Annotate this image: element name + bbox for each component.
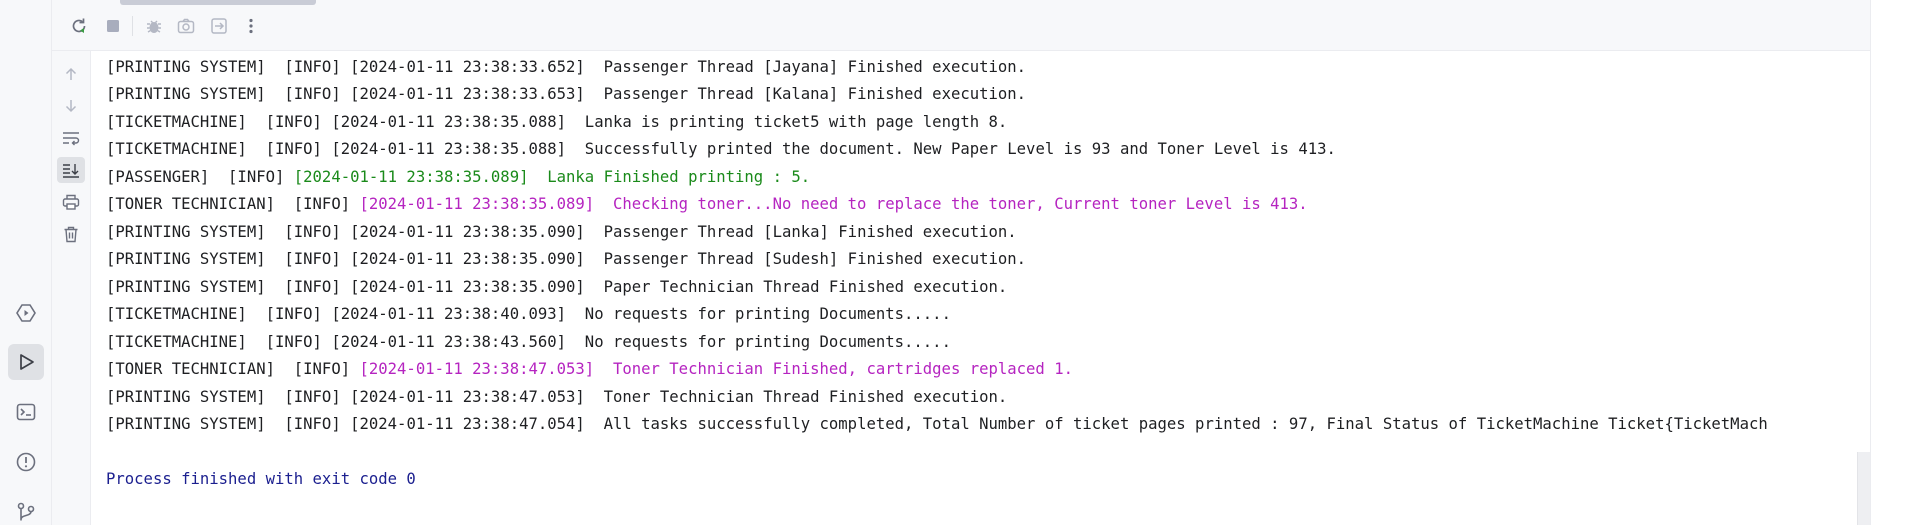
problems-icon[interactable] (8, 444, 44, 480)
log-line: [TICKETMACHINE] [INFO] [2024-01-11 23:38… (106, 136, 1336, 163)
log-message: [2024-01-11 23:38:40.093] No requests fo… (331, 305, 951, 323)
exit-icon[interactable] (206, 13, 232, 39)
log-message: [2024-01-11 23:38:47.053] Toner Technici… (350, 387, 1008, 406)
log-line: [PRINTING SYSTEM] [INFO] [2024-01-11 23:… (106, 219, 1017, 246)
log-line: [TICKETMACHINE] [INFO] [2024-01-11 23:38… (106, 109, 1007, 136)
log-prefix: [PRINTING SYSTEM] [INFO] (106, 415, 351, 433)
run-toolbar (52, 0, 1870, 51)
screenshot-icon[interactable] (173, 13, 199, 39)
log-line: [TICKETMACHINE] [INFO] [2024-01-11 23:38… (106, 301, 951, 328)
scroll-up-icon[interactable] (57, 61, 85, 87)
log-message: [2024-01-11 23:38:35.090] Passenger Thre… (350, 222, 1017, 241)
console-output[interactable]: [PRINTING SYSTEM] [INFO] [2024-01-11 23:… (91, 51, 1870, 525)
print-icon[interactable] (57, 189, 85, 215)
terminal-icon[interactable] (8, 394, 44, 430)
log-message: [2024-01-11 23:38:35.090] Paper Technici… (350, 277, 1008, 296)
console-gutter (52, 51, 91, 525)
scroll-to-end-icon[interactable] (57, 157, 85, 183)
toolbar-tab-indicator (120, 0, 316, 5)
log-line: [PRINTING SYSTEM] [INFO] [2024-01-11 23:… (106, 81, 1026, 108)
log-prefix: [PRINTING SYSTEM] [INFO] (106, 250, 351, 268)
rerun-icon[interactable] (66, 13, 92, 39)
log-line: [PRINTING SYSTEM] [INFO] [2024-01-11 23:… (106, 384, 1007, 411)
log-line: [PASSENGER] [INFO] [2024-01-11 23:38:35.… (106, 164, 810, 191)
log-prefix: [TICKETMACHINE] [INFO] (106, 112, 332, 131)
log-prefix: [TICKETMACHINE] [INFO] (106, 305, 332, 323)
log-message: [2024-01-11 23:38:33.652] Passenger Thre… (350, 58, 1027, 76)
run-icon[interactable] (8, 344, 44, 380)
stop-icon[interactable] (100, 13, 126, 39)
scroll-down-icon[interactable] (57, 93, 85, 119)
clear-icon[interactable] (57, 221, 85, 247)
log-message: [2024-01-11 23:38:35.089] Checking toner… (359, 195, 1308, 213)
more-options-icon[interactable] (238, 13, 264, 39)
log-line: [PRINTING SYSTEM] [INFO] [2024-01-11 23:… (106, 54, 1026, 81)
log-message: [2024-01-11 23:38:43.560] No requests fo… (331, 332, 951, 351)
log-prefix: [PRINTING SYSTEM] [INFO] (106, 58, 351, 76)
tool-window-strip (0, 0, 52, 525)
log-prefix: [PRINTING SYSTEM] [INFO] (106, 222, 351, 241)
log-message: [2024-01-11 23:38:35.088] Lanka is print… (331, 112, 1008, 131)
log-prefix: [PRINTING SYSTEM] [INFO] (106, 85, 351, 103)
right-tool-strip (1870, 0, 1920, 525)
log-message: [2024-01-11 23:38:33.653] Passenger Thre… (350, 85, 1027, 103)
debug-icon[interactable] (141, 13, 167, 39)
log-prefix: [TICKETMACHINE] [INFO] (106, 332, 332, 351)
log-message: [2024-01-11 23:38:47.053] Toner Technici… (359, 360, 1073, 378)
log-prefix: [PRINTING SYSTEM] [INFO] (106, 387, 351, 406)
log-prefix: [TONER TECHNICIAN] [INFO] (106, 360, 360, 378)
log-prefix: [PRINTING SYSTEM] [INFO] (106, 277, 351, 296)
log-message: [2024-01-11 23:38:35.090] Passenger Thre… (350, 250, 1027, 268)
log-line: [PRINTING SYSTEM] [INFO] [2024-01-11 23:… (106, 274, 1007, 301)
log-line: [TONER TECHNICIAN] [INFO] [2024-01-11 23… (106, 356, 1073, 383)
soft-wrap-icon[interactable] (57, 125, 85, 151)
log-prefix: [TONER TECHNICIAN] [INFO] (106, 195, 360, 213)
log-prefix: [PASSENGER] [INFO] (106, 167, 294, 186)
log-message: [2024-01-11 23:38:35.088] Successfully p… (331, 140, 1336, 158)
log-line: [PRINTING SYSTEM] [INFO] [2024-01-11 23:… (106, 411, 1768, 438)
exit-message: Process finished with exit code 0 (106, 470, 416, 488)
toolbar-separator (132, 16, 133, 36)
log-message: [2024-01-11 23:38:47.054] All tasks succ… (350, 415, 1768, 433)
log-message: [2024-01-11 23:38:35.089] Lanka Finished… (293, 167, 811, 186)
services-icon[interactable] (8, 295, 44, 331)
log-line: [PRINTING SYSTEM] [INFO] [2024-01-11 23:… (106, 246, 1026, 273)
console-scrollbar[interactable] (1857, 452, 1870, 525)
log-line: [TICKETMACHINE] [INFO] [2024-01-11 23:38… (106, 329, 951, 356)
log-line: [TONER TECHNICIAN] [INFO] [2024-01-11 23… (106, 191, 1308, 218)
log-prefix: [TICKETMACHINE] [INFO] (106, 140, 332, 158)
